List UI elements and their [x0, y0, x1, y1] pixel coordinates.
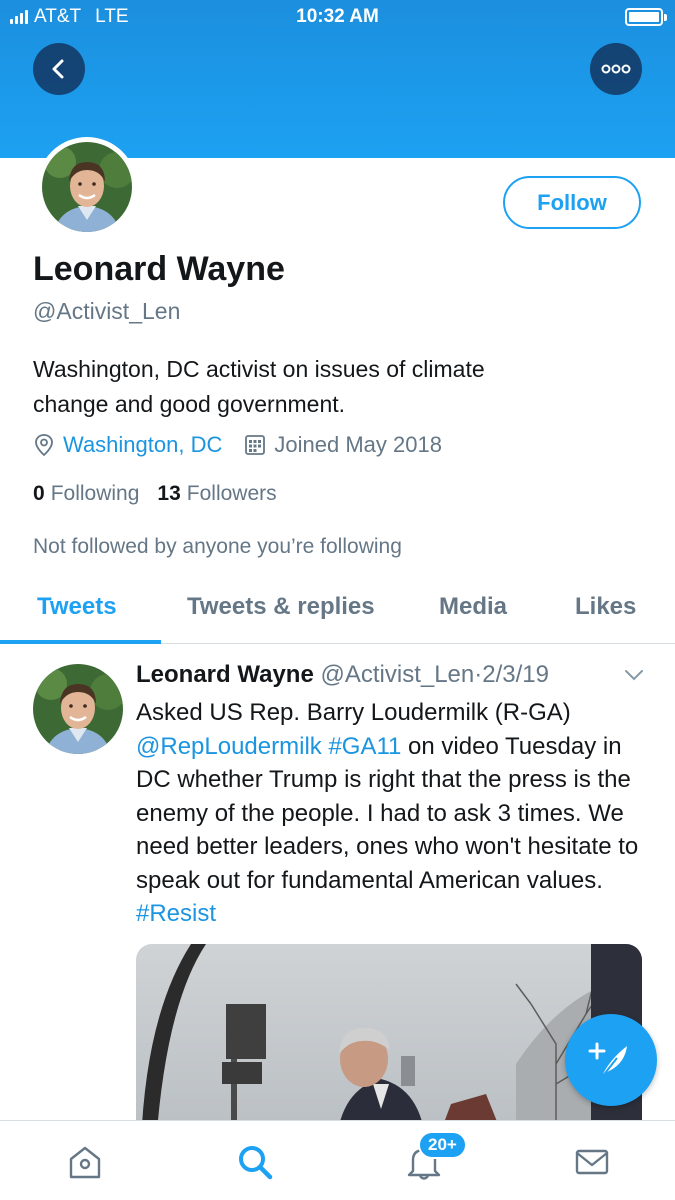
profile-joined-date: Joined May 2018: [274, 432, 442, 457]
back-button[interactable]: [33, 43, 85, 95]
battery-icon: [625, 8, 667, 26]
profile-display-name: Leonard Wayne: [33, 250, 285, 288]
avatar-photo: [42, 142, 132, 232]
tweet-author-handle[interactable]: @Activist_Len: [320, 661, 474, 688]
calendar-icon: [244, 434, 266, 456]
profile-bio: Washington, DC activist on issues of cli…: [33, 352, 633, 422]
profile-tabs: Tweets Tweets & replies Media Likes: [0, 578, 675, 644]
nav-home[interactable]: [66, 1143, 104, 1186]
nav-messages[interactable]: [573, 1143, 611, 1186]
more-dots-icon: [601, 64, 631, 74]
following-count-link[interactable]: 0 Following: [33, 482, 139, 506]
following-label: Following: [50, 482, 140, 505]
tab-tweets-and-replies[interactable]: Tweets & replies: [187, 593, 375, 621]
location-pin-icon: [33, 433, 55, 457]
profile-handle: @Activist_Len: [33, 298, 181, 324]
tweet-options-button[interactable]: [624, 668, 644, 686]
tweet-text: Asked US Rep. Barry Loudermilk (R-GA) @R…: [136, 696, 646, 931]
follow-button[interactable]: Follow: [503, 176, 641, 229]
tweet-hashtag-link[interactable]: #Resist: [136, 900, 216, 927]
home-icon: [69, 1146, 101, 1179]
tab-likes[interactable]: Likes: [575, 593, 636, 621]
follow-counts: 0 Following 13 Followers: [33, 482, 277, 506]
compose-tweet-button[interactable]: [565, 1014, 657, 1106]
tweet-hashtag-link[interactable]: #GA11: [328, 733, 401, 760]
followers-count: 13: [157, 482, 181, 505]
tweet-mention-link[interactable]: @RepLoudermilk: [136, 733, 322, 760]
bio-line: Washington, DC activist on issues of cli…: [33, 356, 485, 382]
tweet-text-part: Asked US Rep. Barry Loudermilk (R-GA): [136, 699, 571, 726]
tweet-video-thumbnail[interactable]: [136, 944, 642, 1144]
notification-badge: 20+: [418, 1131, 467, 1159]
profile-location[interactable]: Washington, DC: [63, 432, 222, 458]
status-bar: AT&T LTE 10:32 AM: [0, 0, 675, 36]
more-options-button[interactable]: [590, 43, 642, 95]
tweet-header: Leonard Wayne @Activist_Len·2/3/19: [136, 661, 549, 689]
nav-search[interactable]: [236, 1143, 274, 1186]
compose-feather-icon: [588, 1042, 627, 1078]
followers-count-link[interactable]: 13 Followers: [157, 482, 276, 506]
profile-meta: Washington, DC Joined May 2018: [33, 432, 442, 458]
tweet-avatar[interactable]: [33, 664, 123, 754]
bottom-navigation: 20+: [0, 1120, 675, 1200]
followers-label: Followers: [186, 482, 277, 505]
following-count: 0: [33, 482, 45, 505]
messages-icon: [575, 1149, 609, 1175]
bio-line: change and good government.: [33, 391, 346, 417]
tweet-author-name[interactable]: Leonard Wayne: [136, 661, 314, 688]
profile-avatar[interactable]: [37, 137, 137, 237]
not-followed-notice: Not followed by anyone you’re following: [33, 535, 402, 558]
search-icon: [239, 1146, 273, 1180]
tab-media[interactable]: Media: [439, 593, 507, 621]
chevron-left-icon: [52, 59, 64, 79]
status-time: 10:32 AM: [296, 6, 379, 27]
profile-header-banner: AT&T LTE 10:32 AM: [0, 0, 675, 158]
active-tab-indicator: [0, 640, 161, 644]
video-frame-image: [136, 944, 642, 1144]
avatar-photo: [33, 664, 123, 754]
tweet-date[interactable]: 2/3/19: [482, 661, 549, 688]
chevron-down-icon: [625, 670, 643, 681]
tab-tweets[interactable]: Tweets: [37, 593, 117, 621]
